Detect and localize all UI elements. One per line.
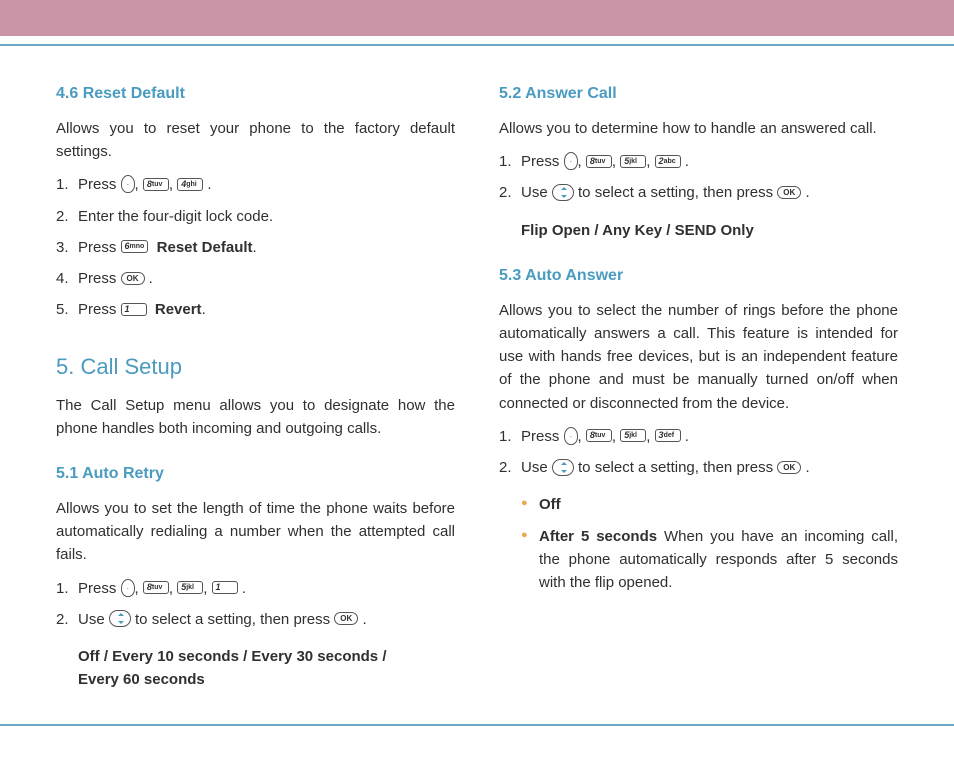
- key-3: 3def: [655, 429, 681, 442]
- key-8: 8tuv: [143, 178, 169, 191]
- section-5-intro: The Call Setup menu allows you to design…: [56, 394, 455, 441]
- key-1: 1: [121, 303, 147, 316]
- section-5-2-steps: 1. Press , 8tuv, 5jkl, 2abc . 2. Use to …: [499, 150, 898, 205]
- nav-key-icon: [552, 184, 574, 201]
- key-5: 5jkl: [620, 155, 646, 168]
- section-5-1-options: Off / Every 10 seconds / Every 30 second…: [56, 645, 455, 692]
- step-1: 1. Press , 8tuv, 5jkl, 3def .: [499, 425, 898, 448]
- section-5-title: 5. Call Setup: [56, 350, 455, 384]
- step-2: 2.Enter the four-digit lock code.: [56, 205, 455, 228]
- step-4: 4. Press OK .: [56, 267, 455, 290]
- right-column: 5.2 Answer Call Allows you to determine …: [499, 78, 898, 698]
- key-1: 1: [212, 581, 238, 594]
- section-5-3-steps: 1. Press , 8tuv, 5jkl, 3def . 2. Use to …: [499, 425, 898, 480]
- nav-key-icon: [109, 610, 131, 627]
- key-5: 5jkl: [620, 429, 646, 442]
- section-5-3-bullets: Off After 5 seconds When you have an inc…: [499, 493, 898, 594]
- key-5: 5jkl: [177, 581, 203, 594]
- section-4-6-title: 4.6 Reset Default: [56, 82, 455, 107]
- key-8: 8tuv: [586, 429, 612, 442]
- step-2: 2. Use to select a setting, then press O…: [499, 456, 898, 479]
- step-2: 2. Use to select a setting, then press O…: [56, 608, 455, 631]
- section-5-3-intro: Allows you to select the number of rings…: [499, 299, 898, 415]
- bottom-accent-line: [0, 724, 954, 726]
- key-2: 2abc: [655, 155, 681, 168]
- key-4: 4ghi: [177, 178, 203, 191]
- menu-key-icon: [121, 579, 135, 597]
- section-5-1-intro: Allows you to set the length of time the…: [56, 497, 455, 567]
- key-8: 8tuv: [143, 581, 169, 594]
- key-6: 6mno: [121, 240, 149, 253]
- section-4-6-intro: Allows you to reset your phone to the fa…: [56, 117, 455, 164]
- section-5-1-title: 5.1 Auto Retry: [56, 462, 455, 487]
- bullet-off: Off: [521, 493, 898, 516]
- section-5-3-title: 5.3 Auto Answer: [499, 264, 898, 289]
- left-column: 4.6 Reset Default Allows you to reset yo…: [56, 78, 455, 698]
- ok-key-icon: OK: [334, 612, 358, 625]
- menu-key-icon: [564, 152, 578, 170]
- section-5-2-intro: Allows you to determine how to handle an…: [499, 117, 898, 140]
- menu-key-icon: [121, 175, 135, 193]
- step-3: 3. Press 6mno Reset Default.: [56, 236, 455, 259]
- menu-key-icon: [564, 427, 578, 445]
- ok-key-icon: OK: [121, 272, 145, 285]
- section-5-2-options: Flip Open / Any Key / SEND Only: [499, 219, 898, 242]
- bullet-after-5: After 5 seconds When you have an incomin…: [521, 525, 898, 595]
- step-1: 1. Press , 8tuv, 5jkl, 2abc .: [499, 150, 898, 173]
- section-4-6-steps: 1. Press , 8tuv, 4ghi . 2.Enter the four…: [56, 173, 455, 321]
- step-5: 5. Press 1 Revert.: [56, 298, 455, 321]
- ok-key-icon: OK: [777, 186, 801, 199]
- step-1: 1. Press , 8tuv, 5jkl, 1 .: [56, 577, 455, 600]
- header-bar: [0, 0, 954, 38]
- key-8: 8tuv: [586, 155, 612, 168]
- step-2: 2. Use to select a setting, then press O…: [499, 181, 898, 204]
- nav-key-icon: [552, 459, 574, 476]
- ok-key-icon: OK: [777, 461, 801, 474]
- page-content: 4.6 Reset Default Allows you to reset yo…: [0, 46, 954, 698]
- step-1: 1. Press , 8tuv, 4ghi .: [56, 173, 455, 196]
- section-5-1-steps: 1. Press , 8tuv, 5jkl, 1 . 2. Use to sel…: [56, 577, 455, 632]
- section-5-2-title: 5.2 Answer Call: [499, 82, 898, 107]
